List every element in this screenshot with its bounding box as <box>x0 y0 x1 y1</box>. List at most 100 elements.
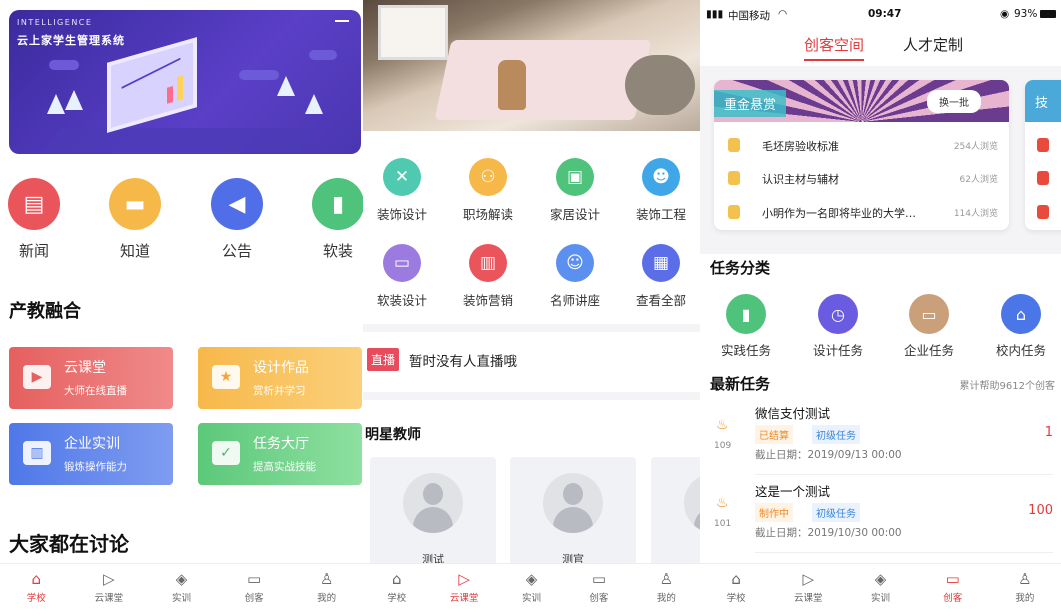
card-title: 设计作品 <box>253 360 309 376</box>
category-campus[interactable]: ⌂ 校内任务 <box>983 294 1059 359</box>
tab-talent-custom[interactable]: 人才定制 <box>903 34 963 55</box>
tab-maker[interactable]: ▭ 创客 <box>565 564 632 613</box>
play-icon: ▷ <box>458 570 470 588</box>
card-cloud-class[interactable]: ▶ 云课堂 大师在线直播 <box>9 347 173 409</box>
task-status: 制作中 <box>755 503 793 522</box>
chart-icon: ▥ <box>469 244 507 282</box>
grid-item[interactable]: ☻ 装饰工程 <box>619 158 700 223</box>
grid-item[interactable]: ☺ 名师讲座 <box>533 244 617 309</box>
reward-card-2[interactable]: 技 <box>1025 80 1061 230</box>
task-check-icon: ✓ <box>212 441 240 465</box>
reward-item[interactable]: 毛坯房验收标准 254人浏览 <box>728 136 998 156</box>
play-icon: ▷ <box>802 570 815 588</box>
swap-button[interactable]: 换一批 <box>927 90 981 113</box>
grid-item[interactable]: ⚇ 职场解读 <box>446 158 530 223</box>
section-title: 产教融合 <box>9 301 81 322</box>
cloud-play-icon: ▶ <box>23 365 51 389</box>
tab-maker[interactable]: ▭ 创客 <box>218 564 291 613</box>
grid-label: 查看全部 <box>635 293 686 308</box>
tab-label: 创客 <box>943 593 963 604</box>
task-deadline: 截止日期：2019/09/13 00:00 <box>755 449 902 461</box>
card-sub: 提高实战技能 <box>253 461 316 473</box>
grid-label: 职场解读 <box>462 207 513 222</box>
teacher-card[interactable]: 测官 <box>510 457 636 567</box>
category-label: 实践任务 <box>720 343 771 358</box>
card-design-works[interactable]: ★ 设计作品 赏析并学习 <box>198 347 362 409</box>
tab-cloud-class[interactable]: ▷ 云课堂 <box>73 564 146 613</box>
tab-school[interactable]: ⌂ 学校 <box>700 564 772 613</box>
section-title: 最新任务 <box>710 375 771 393</box>
quick-know[interactable]: ▬ 知道 <box>105 178 165 261</box>
grid-item[interactable]: ▥ 装饰营销 <box>446 244 530 309</box>
presentation-board-illustration <box>107 37 197 133</box>
grid-item[interactable]: ✕ 装饰设计 <box>363 158 444 223</box>
tab-mine[interactable]: ♙ 我的 <box>290 564 363 613</box>
quick-notice[interactable]: ◀ 公告 <box>207 178 267 261</box>
briefcase-icon: ▭ <box>591 570 607 588</box>
medal-icon <box>728 171 740 185</box>
tab-school[interactable]: ⌂ 学校 <box>0 564 73 613</box>
grid-label: 家居设计 <box>549 207 600 222</box>
tab-label: 我的 <box>1015 593 1035 604</box>
section-title: 大家都在讨论 <box>9 532 129 556</box>
people-icon: ☺ <box>556 244 594 282</box>
divider <box>363 324 700 332</box>
grid-item[interactable]: ▦ 查看全部 <box>619 244 700 309</box>
tab-cloud-class[interactable]: ▷ 云课堂 <box>772 564 844 613</box>
cloud-icon <box>309 50 337 60</box>
cloud-class-screen: ✕ 装饰设计 ⚇ 职场解读 ▣ 家居设计 ☻ 装饰工程 ▭ 软装设计 ▥ 装饰营销 ☺ 名师讲… <box>363 0 700 613</box>
teacher-card[interactable] <box>651 457 700 567</box>
quick-soft[interactable]: ▮ 软装 <box>308 178 363 261</box>
tab-label: 学校 <box>26 593 46 604</box>
card-enterprise-training[interactable]: ▥ 企业实训 锻炼操作能力 <box>9 423 173 485</box>
medal-icon <box>1037 171 1049 185</box>
building-icon: ▥ <box>23 441 51 465</box>
tab-training[interactable]: ◈ 实训 <box>844 564 916 613</box>
reward-item[interactable]: 小明作为一名即将毕业的大学… 114人浏览 <box>728 203 998 223</box>
briefcase-icon: ▭ <box>945 570 960 588</box>
card-task-hall[interactable]: ✓ 任务大厅 提高实战技能 <box>198 423 362 485</box>
category-label: 设计任务 <box>812 343 863 358</box>
avatar <box>684 473 700 533</box>
latest-sub: 累计帮助9612个创客 <box>959 381 1055 392</box>
medal-icon <box>1037 205 1049 219</box>
worker-icon: ☻ <box>642 158 680 196</box>
tab-mine[interactable]: ♙ 我的 <box>633 564 700 613</box>
tab-training[interactable]: ◈ 实训 <box>145 564 218 613</box>
category-design[interactable]: ◷ 设计任务 <box>800 294 876 359</box>
alarm-icon: ◉ <box>1000 8 1010 20</box>
reward-card[interactable]: 重金悬赏 换一批 毛坯房验收标准 254人浏览 认识主材与辅材 62人浏览 小明… <box>714 80 1009 230</box>
bedroom-photo <box>363 0 700 131</box>
tab-label: 创客 <box>244 593 264 604</box>
cross-icon: ✕ <box>383 158 421 196</box>
reward-header: 重金悬赏 换一批 <box>714 80 1009 122</box>
task-row[interactable]: ♨ 101 这是一个测试 制作中 初级任务 截止日期：2019/10/30 00… <box>700 481 1061 559</box>
bottom-tab-bar: ⌂ 学校 ▷ 云课堂 ◈ 实训 ▭ 创客 ♙ 我的 <box>0 563 363 613</box>
school-icon: ⌂ <box>31 570 42 588</box>
task-price: 100 <box>1028 503 1053 518</box>
user-icon: ♙ <box>1018 570 1032 588</box>
tab-maker[interactable]: ▭ 创客 <box>917 564 989 613</box>
live-badge: 直播 <box>367 348 400 371</box>
hot-count: 109 <box>714 441 732 451</box>
hot-count: 101 <box>714 519 732 529</box>
quick-news[interactable]: ▤ 新闻 <box>4 178 64 261</box>
category-practice[interactable]: ▮ 实践任务 <box>708 294 784 359</box>
tab-mine[interactable]: ♙ 我的 <box>989 564 1061 613</box>
avatar <box>403 473 463 533</box>
task-row[interactable]: ♨ 109 微信支付测试 已结算 初级任务 截止日期：2019/09/13 00… <box>700 403 1061 481</box>
suitcase-icon: ▣ <box>556 158 594 196</box>
category-enterprise[interactable]: ▭ 企业任务 <box>891 294 967 359</box>
tab-training[interactable]: ◈ 实训 <box>498 564 565 613</box>
grid-item[interactable]: ▣ 家居设计 <box>533 158 617 223</box>
grid-item[interactable]: ▭ 软装设计 <box>363 244 444 309</box>
tab-label: 实训 <box>871 593 891 604</box>
tab-maker-space[interactable]: 创客空间 <box>804 34 865 61</box>
tab-school[interactable]: ⌂ 学校 <box>363 564 430 613</box>
banner[interactable]: INTELLIGENCE 云上家学生管理系统 <box>9 10 361 154</box>
reward-item[interactable]: 认识主材与辅材 62人浏览 <box>728 169 998 189</box>
tab-cloud-class[interactable]: ▷ 云课堂 <box>430 564 497 613</box>
teacher-card[interactable]: 测试 <box>370 457 496 567</box>
live-row[interactable]: 直播 暂时没有人直播哦 <box>367 348 517 371</box>
reward-card-2-title: 技 <box>1025 80 1061 122</box>
